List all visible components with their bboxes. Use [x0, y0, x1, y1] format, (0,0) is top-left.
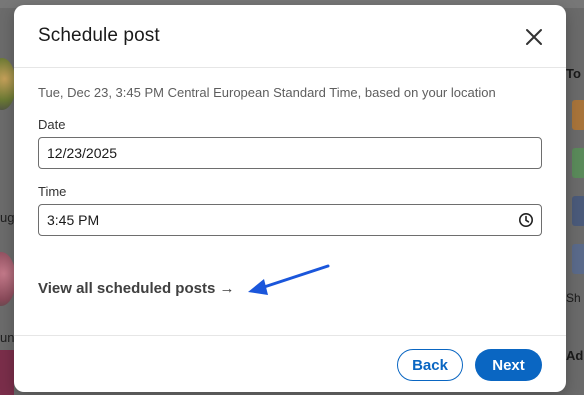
dialog-title: Schedule post [38, 25, 160, 46]
time-field: 3:45 PM [38, 204, 542, 236]
background-right-text: Ad [566, 348, 584, 363]
back-button[interactable]: Back [397, 349, 463, 381]
arrow-annotation [248, 264, 330, 295]
date-input[interactable]: 12/23/2025 [38, 137, 542, 169]
footer-divider [14, 335, 566, 336]
dialog-header: Schedule post [14, 5, 566, 68]
background-right-text: To [566, 66, 581, 81]
time-input[interactable]: 3:45 PM [38, 204, 542, 236]
time-label: Time [38, 184, 67, 199]
background-thumbnail [572, 196, 584, 226]
clock-icon[interactable] [518, 212, 534, 228]
background-left-text: un [0, 330, 15, 345]
date-label: Date [38, 117, 66, 132]
background-thumbnail [572, 244, 584, 274]
schedule-post-dialog: Schedule post Tue, Dec 23, 3:45 PM Centr… [14, 5, 566, 392]
background-thumbnail [572, 100, 584, 130]
next-button[interactable]: Next [475, 349, 542, 381]
view-scheduled-posts-link[interactable]: View all scheduled posts → [38, 280, 234, 297]
background-image [0, 350, 14, 395]
background-left-text: ug [0, 210, 15, 225]
close-icon [526, 29, 542, 45]
background-thumbnail [572, 148, 584, 178]
timezone-note: Tue, Dec 23, 3:45 PM Central European St… [38, 85, 496, 100]
background-right-text: Sh [566, 291, 581, 305]
close-button[interactable] [520, 23, 548, 51]
